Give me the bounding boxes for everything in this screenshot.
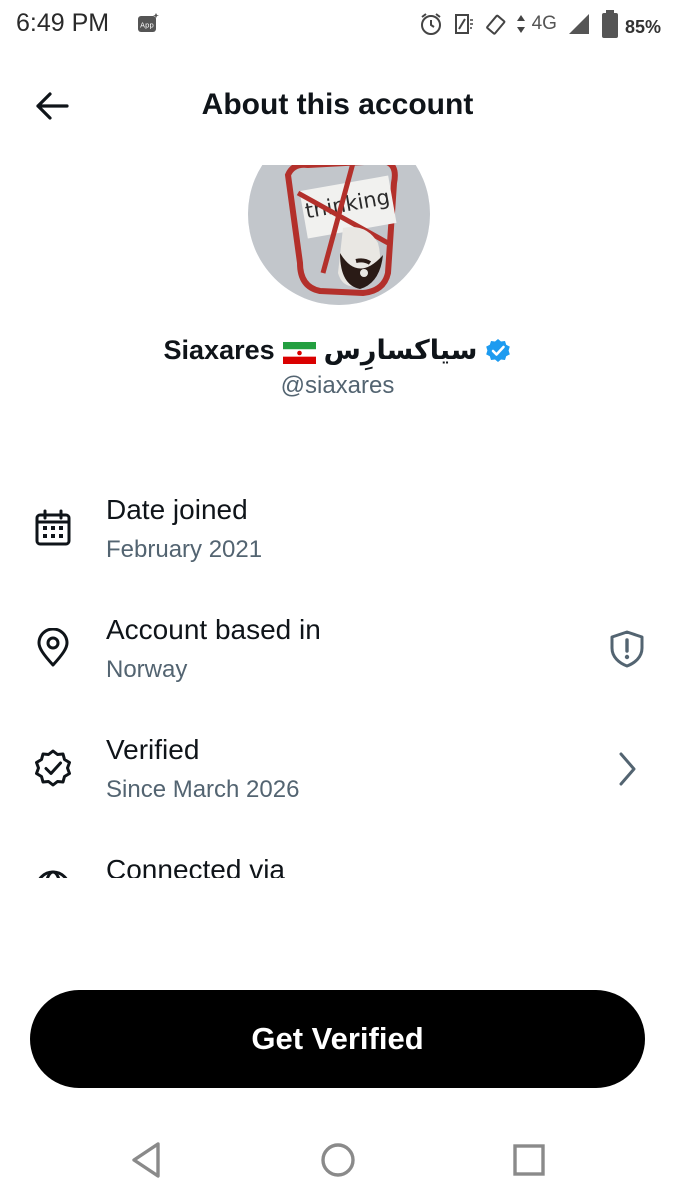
header: About this account (0, 70, 675, 140)
verified-badge-icon (33, 748, 73, 788)
app-notification-icon: App (137, 13, 159, 33)
info-value: Since March 2026 (106, 776, 300, 803)
info-account-location: Account based in Norway (0, 610, 675, 720)
recents-square-icon[interactable] (503, 1134, 555, 1186)
info-value: February 2021 (106, 536, 263, 563)
about-account-screen: 6:49 PM App 4G 85% About this account th… (0, 0, 675, 1200)
globe-icon (33, 868, 73, 878)
avatar[interactable]: thinking (248, 165, 430, 305)
chevron-right-icon[interactable] (607, 749, 647, 789)
system-nav-bar (0, 1120, 675, 1200)
location-pin-icon (33, 627, 73, 668)
info-date-joined: Date joined February 2021 (0, 490, 675, 600)
status-time: 6:49 PM (16, 9, 110, 37)
nfc-icon (454, 13, 474, 35)
info-label: Date joined (106, 494, 248, 525)
status-bar: 6:49 PM App 4G 85% (0, 0, 675, 48)
battery-percent: 85% (624, 16, 661, 37)
vibrate-icon (484, 13, 506, 35)
back-triangle-icon[interactable] (120, 1134, 172, 1186)
home-circle-icon[interactable] (312, 1134, 364, 1186)
alarm-icon (418, 11, 444, 37)
info-label: Connected via (106, 854, 286, 878)
account-handle: @siaxares (280, 372, 395, 399)
iran-flag-icon (282, 340, 316, 364)
info-label: Verified (106, 734, 200, 765)
info-connected-via: Connected via (0, 848, 675, 878)
signal-icon (567, 12, 591, 36)
get-verified-button[interactable]: Get Verified (30, 990, 645, 1088)
calendar-icon (33, 508, 73, 548)
svg-text:App: App (140, 22, 154, 30)
info-verified[interactable]: Verified Since March 2026 (0, 730, 675, 840)
display-name-persian: سیاکسارِس (323, 335, 478, 365)
network-type: 4G (531, 13, 557, 34)
status-indicators: 4G 85% (418, 8, 661, 40)
info-value: Norway (106, 656, 188, 683)
display-name-row: Siaxares سیاکسارِس (0, 335, 675, 366)
page-title: About this account (201, 88, 474, 121)
info-label: Account based in (106, 614, 321, 645)
data-arrows-icon (516, 13, 526, 35)
shield-alert-icon[interactable] (607, 629, 647, 669)
verified-badge-icon[interactable] (485, 338, 511, 364)
battery-icon (601, 9, 619, 39)
display-name: Siaxares (163, 335, 275, 365)
